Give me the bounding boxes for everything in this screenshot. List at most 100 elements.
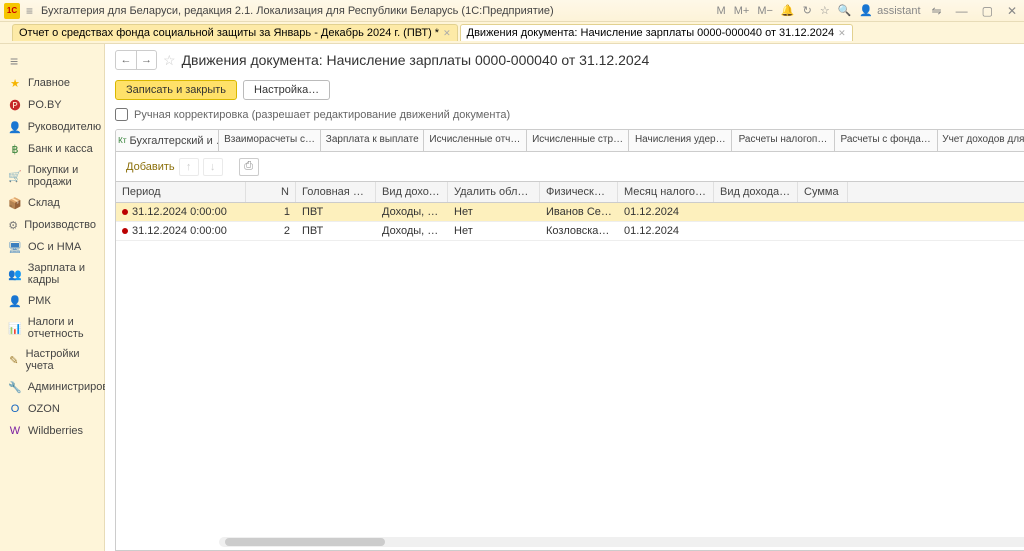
nav-icon: ⚙ bbox=[8, 218, 18, 232]
sidebar-item[interactable]: ฿ Банк и касса bbox=[0, 138, 104, 160]
settings-button[interactable]: Настройка… bbox=[243, 80, 330, 100]
sidebar-menu-icon[interactable]: ≡ bbox=[0, 50, 104, 72]
add-row-link[interactable]: Добавить bbox=[126, 161, 175, 173]
col-envd[interactable]: Удалить облагается ЕНВД bbox=[448, 182, 540, 202]
sidebar-item[interactable]: O OZON bbox=[0, 398, 104, 420]
toolbar: Записать и закрыть Настройка… Еще▾ bbox=[105, 76, 1024, 104]
col-period[interactable]: Период bbox=[116, 182, 246, 202]
close-button[interactable]: ✕ bbox=[1004, 4, 1020, 18]
col-income-type[interactable]: Вид дохода bbox=[376, 182, 448, 202]
document-tab-bar: Отчет о средствах фонда социальной защит… bbox=[0, 22, 1024, 44]
tab-calc-deduct[interactable]: Исчисленные отч… bbox=[424, 130, 527, 151]
nav-icon: 👤 bbox=[8, 120, 22, 134]
history-icon[interactable]: ↻ bbox=[803, 4, 812, 17]
search-icon[interactable]: 🔍 bbox=[838, 4, 852, 17]
sidebar-item[interactable]: 🔧Администрирование bbox=[0, 376, 104, 398]
nav-label: Налоги и отчетность bbox=[28, 316, 96, 340]
sidebar-item[interactable]: 👤Руководителю bbox=[0, 116, 104, 138]
nav-buttons: ← → bbox=[115, 50, 157, 70]
sidebar-item[interactable]: ✎Настройки учета bbox=[0, 344, 104, 376]
nav-icon: 👤 bbox=[8, 294, 22, 308]
user-menu[interactable]: 👤assistant bbox=[859, 4, 920, 17]
table-row[interactable]: 31.12.2024 0:00:002ПВТДоходы, целиком …Н… bbox=[116, 222, 1024, 241]
m-plus-indicator: M+ bbox=[734, 5, 750, 17]
nav-label: PO.BY bbox=[28, 99, 62, 111]
doc-tab-movements[interactable]: Движения документа: Начисление зарплаты … bbox=[460, 24, 853, 41]
doc-tab-report[interactable]: Отчет о средствах фонда социальной защит… bbox=[12, 24, 458, 41]
close-icon[interactable]: ✕ bbox=[443, 28, 451, 39]
register-tabs: Дт КтБухгалтерский и … Взаиморасчеты с… … bbox=[115, 129, 1024, 152]
nav-icon: ฿ bbox=[8, 142, 22, 156]
nav-label: Wildberries bbox=[28, 425, 83, 437]
page-title: Движения документа: Начисление зарплаты … bbox=[182, 52, 650, 68]
horizontal-scrollbar[interactable] bbox=[219, 537, 1024, 547]
favorite-icon[interactable]: ☆ bbox=[820, 4, 830, 17]
main-menu-icon[interactable]: ≡ bbox=[26, 4, 33, 18]
nav-icon: 🖥 bbox=[8, 240, 22, 254]
sidebar-item[interactable]: 📊 Налоги и отчетность bbox=[0, 312, 104, 344]
grid-header: Период N Головная органи… Вид дохода Уда… bbox=[116, 182, 1024, 203]
nav-back-button[interactable]: ← bbox=[116, 51, 136, 69]
sidebar-item[interactable]: 🅟 PO.BY bbox=[0, 94, 104, 116]
sidebar-item[interactable]: ★Главное bbox=[0, 72, 104, 94]
nav-label: Покупки и продажи bbox=[28, 164, 96, 188]
grid-toolbar: Добавить ↑ ↓ ⎙ Еще▾ bbox=[115, 152, 1024, 182]
table-row[interactable]: 31.12.2024 0:00:001ПВТДоходы, целиком …Н… bbox=[116, 203, 1024, 222]
tab-accounting[interactable]: Дт КтБухгалтерский и … bbox=[116, 130, 219, 151]
tab-taxpayer[interactable]: Расчеты налогоп… bbox=[732, 130, 835, 151]
sidebar-item[interactable]: 📦Склад bbox=[0, 192, 104, 214]
col-person[interactable]: Физическое лицо bbox=[540, 182, 618, 202]
sidebar-item[interactable]: 👥 Зарплата и кадры bbox=[0, 258, 104, 290]
nav-label: Производство bbox=[24, 219, 96, 231]
minimize-button[interactable]: — bbox=[953, 4, 971, 18]
manual-edit-label: Ручная корректировка (разрешает редактир… bbox=[134, 109, 510, 121]
nav-icon: 🔧 bbox=[8, 380, 22, 394]
bell-icon[interactable]: 🔔 bbox=[781, 4, 795, 17]
nav-icon: 📊 bbox=[8, 321, 22, 335]
sidebar-item[interactable]: W Wildberries bbox=[0, 420, 104, 442]
nav-icon: W bbox=[8, 424, 22, 438]
col-income-del[interactable]: Вид дохода удалить bbox=[714, 182, 798, 202]
nav-icon: 🛒 bbox=[8, 169, 22, 183]
m-minus-indicator: M− bbox=[757, 5, 773, 17]
nav-icon: 🅟 bbox=[8, 98, 22, 112]
col-org[interactable]: Головная органи… bbox=[296, 182, 376, 202]
tab-settlements[interactable]: Взаиморасчеты с… bbox=[219, 130, 322, 151]
save-close-button[interactable]: Записать и закрыть bbox=[115, 80, 237, 100]
page-header: ← → ☆ Движения документа: Начисление зар… bbox=[105, 44, 1024, 76]
move-down-button: ↓ bbox=[203, 158, 223, 176]
dtkt-icon: Дт Кт bbox=[116, 136, 127, 145]
col-sum[interactable]: Сумма bbox=[798, 182, 848, 202]
tab-fund[interactable]: Расчеты с фонда… bbox=[835, 130, 938, 151]
m-indicator: M bbox=[717, 5, 726, 17]
nav-icon: 👥 bbox=[8, 267, 22, 281]
col-n[interactable]: N bbox=[246, 182, 296, 202]
sidebar-item[interactable]: ⚙ Производство bbox=[0, 214, 104, 236]
tab-calc-insur[interactable]: Исчисленные стр… bbox=[527, 130, 630, 151]
nav-icon: O bbox=[8, 402, 22, 416]
nav-forward-button[interactable]: → bbox=[136, 51, 156, 69]
nav-label: OZON bbox=[28, 403, 60, 415]
sidebar-item[interactable]: 👤РМК bbox=[0, 290, 104, 312]
maximize-button[interactable]: ▢ bbox=[979, 4, 996, 18]
nav-icon: ✎ bbox=[8, 353, 20, 367]
close-icon[interactable]: ✕ bbox=[838, 28, 846, 39]
tab-salary-pay[interactable]: Зарплата к выплате bbox=[321, 130, 424, 151]
nav-label: ОС и НМА bbox=[28, 241, 81, 253]
title-bar: 1С ≡ Бухгалтерия для Беларуси, редакция … bbox=[0, 0, 1024, 22]
window-title: Бухгалтерия для Беларуси, редакция 2.1. … bbox=[41, 5, 717, 17]
col-tax-month[interactable]: Месяц налогового периода bbox=[618, 182, 714, 202]
manual-edit-checkbox[interactable] bbox=[115, 108, 128, 121]
scrollbar-thumb[interactable] bbox=[225, 538, 385, 546]
tab-income-1[interactable]: Учет доходов для… bbox=[938, 130, 1024, 151]
manual-edit-row: Ручная корректировка (разрешает редактир… bbox=[105, 104, 1024, 125]
settings-window-icon[interactable]: ⇋ bbox=[929, 4, 945, 18]
sidebar-item[interactable]: 🛒 Покупки и продажи bbox=[0, 160, 104, 192]
data-grid[interactable]: Период N Головная органи… Вид дохода Уда… bbox=[115, 182, 1024, 551]
tab-accruals[interactable]: Начисления удер… bbox=[629, 130, 732, 151]
nav-label: Зарплата и кадры bbox=[28, 262, 96, 286]
sidebar-item[interactable]: 🖥 ОС и НМА bbox=[0, 236, 104, 258]
star-icon[interactable]: ☆ bbox=[163, 52, 176, 69]
export-button[interactable]: ⎙ bbox=[239, 158, 259, 176]
nav-label: Банк и касса bbox=[28, 143, 93, 155]
